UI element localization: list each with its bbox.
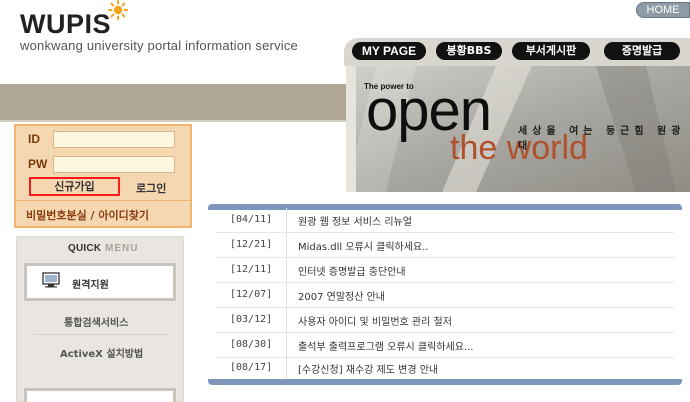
activex-install-link[interactable]: ActiveX 설치방법 [60, 345, 143, 360]
login-button[interactable]: 로그인 [136, 180, 166, 196]
notice-separator [286, 308, 287, 333]
quick-menu-next-box [24, 388, 176, 402]
pw-label: PW [28, 157, 48, 171]
password-input[interactable] [53, 156, 175, 173]
header-band-edge [0, 120, 346, 122]
notice-title[interactable]: 인터넷 증명발급 중단안내 [298, 263, 406, 278]
notice-date: [04/11] [230, 214, 273, 225]
notice-row[interactable]: [08/30] 출석부 출력프로그램 오류시 클릭하세요... [208, 333, 682, 358]
remote-support-label: 원격지원 [72, 280, 109, 291]
hero-korean-slogan: 세상을 여는 등근힘 원광대 [518, 126, 686, 152]
nav-mypage-button[interactable]: MY PAGE [352, 42, 426, 60]
hero-left-edge [346, 66, 356, 192]
notice-title[interactable]: Midas.dll 오류시 클릭하세요.. [298, 238, 429, 253]
nav-certificate-button[interactable]: 증명발급 [604, 42, 680, 60]
notice-date: [08/30] [230, 339, 273, 350]
notice-date: [12/11] [230, 264, 273, 275]
monitor-icon [42, 272, 60, 288]
notice-title[interactable]: 출석부 출력프로그램 오류시 클릭하세요... [298, 338, 473, 353]
notice-title[interactable]: 원광 웹 정보 서비스 리뉴얼 [298, 213, 412, 228]
notice-row[interactable]: [03/12] 사용자 아이디 및 비밀번호 관리 철저 [208, 308, 682, 333]
quick-menu-title: QUICK MENU [68, 243, 138, 254]
notice-row[interactable]: [08/17] [수강신청] 재수강 제도 변경 안내 [208, 356, 682, 381]
login-divider [16, 200, 190, 201]
notice-separator [286, 258, 287, 283]
notice-date: [03/12] [230, 314, 273, 325]
notice-date: [12/07] [230, 289, 273, 300]
notice-date: [12/21] [230, 239, 273, 250]
id-label: ID [28, 132, 40, 146]
notice-separator [286, 233, 287, 258]
notice-title[interactable]: 2007 연말정산 안내 [298, 288, 385, 303]
home-button[interactable]: HOME [636, 2, 690, 18]
integrated-search-link[interactable]: 통합검색서비스 [64, 314, 128, 329]
nav-bbs-button[interactable]: 봉황BBS [436, 42, 502, 60]
quick-title-light: MENU [101, 243, 139, 254]
notice-title[interactable]: 사용자 아이디 및 비밀번호 관리 철저 [298, 313, 452, 328]
header-band [0, 84, 346, 120]
notice-row[interactable]: [12/21] Midas.dll 오류시 클릭하세요.. [208, 233, 682, 258]
nav-dept-board-button[interactable]: 부서게시판 [512, 42, 590, 60]
signup-button[interactable]: 신규가입 [29, 177, 120, 196]
notice-row[interactable]: [04/11] 원광 웹 정보 서비스 리뉴얼 [208, 208, 682, 233]
notice-row[interactable]: [12/11] 인터넷 증명발급 중단안내 [208, 258, 682, 283]
site-subtitle: wonkwang university portal information s… [20, 38, 298, 53]
notice-separator [286, 333, 287, 358]
quick-menu-divider [34, 334, 168, 335]
quick-title-bold: QUICK [68, 243, 102, 254]
notice-separator [286, 356, 287, 381]
notice-bottom-bar [208, 379, 682, 385]
id-input[interactable] [53, 131, 175, 148]
sun-icon [108, 0, 128, 20]
find-account-link[interactable]: 비밀번호분실 / 아이디찾기 [26, 207, 149, 223]
notice-title[interactable]: [수강신청] 재수강 제도 변경 안내 [298, 361, 438, 376]
notice-date: [08/17] [230, 362, 273, 373]
notice-separator [286, 283, 287, 308]
notice-separator [286, 208, 287, 233]
site-logo[interactable]: WUPIS [20, 10, 111, 38]
notice-row[interactable]: [12/07] 2007 연말정산 안내 [208, 283, 682, 308]
